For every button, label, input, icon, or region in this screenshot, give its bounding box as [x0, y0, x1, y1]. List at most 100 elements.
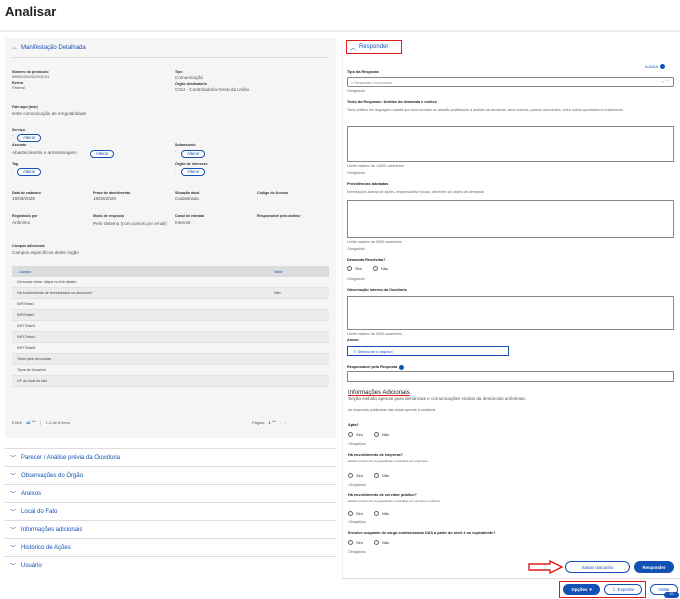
texto-hint: Texto público em linguagem cidadã que se…: [347, 108, 624, 112]
tipo-select[interactable]: ⌕ Resposta Conclusiva × ﹀: [347, 77, 674, 87]
field-value: teste comunicação de irregularidade: [12, 111, 87, 116]
radio-sim[interactable]: [348, 540, 353, 545]
obrigatorio-hint: Obrigatório: [347, 247, 365, 251]
manifestacao-header[interactable]: ︿ Manifestação Detalhada: [12, 44, 86, 52]
radio-nao[interactable]: [372, 266, 378, 271]
tipo-placeholder: Resposta Conclusiva: [354, 79, 392, 85]
cell-campo: Há envolvimento de terceirizados na denu…: [17, 291, 93, 295]
chevron-down-icon: ﹀: [10, 456, 17, 462]
radio-sim[interactable]: [348, 473, 353, 478]
q3-label: Há envolvimento de servidor público?: [348, 493, 417, 497]
demanda-radios: Sim Não: [347, 266, 388, 271]
section-local-fato[interactable]: ﹀ Local do Fato: [5, 502, 336, 520]
col-valor[interactable]: Valor: [274, 270, 283, 274]
alterar-assunto-button[interactable]: Alterar: [90, 150, 115, 159]
table-header: Campo Valor: [12, 266, 329, 277]
responder-header[interactable]: ︿ Responder: [346, 40, 402, 54]
table-row: Há envolvimento de terceirizados na denu…: [12, 288, 329, 299]
providencias-textarea[interactable]: [347, 200, 674, 238]
per-page-select[interactable]: 10 ﹀: [26, 421, 36, 425]
page-select[interactable]: 1 ﹀: [268, 421, 275, 425]
cell-campo: Teste para denuncias: [17, 357, 52, 361]
field-label: Fale aqui (teor): [12, 105, 38, 109]
responsavel-input[interactable]: [347, 371, 674, 382]
nao-label: Não: [381, 539, 390, 545]
table-row: Teste para denuncias: [12, 354, 329, 365]
page-title: Analisar: [5, 4, 57, 19]
cell-campo: INFI Teste3: [17, 324, 36, 328]
table-row: INFI Teste5: [12, 343, 329, 354]
demanda-label: Demanda Resolvida?: [347, 258, 386, 262]
col-campo[interactable]: Campo: [12, 270, 274, 274]
field-value: Internet: [175, 220, 191, 225]
responder-title: Responder: [359, 44, 389, 50]
q2-label: Há envolvimento de empresa?: [348, 453, 403, 457]
nao-label: Não: [381, 431, 390, 437]
section-usuario[interactable]: ﹀ Usuário: [5, 556, 336, 574]
section-informacoes[interactable]: ﹀ Informações adicionais: [5, 520, 336, 538]
radio-nao[interactable]: [373, 511, 379, 516]
responder-button[interactable]: Responder: [634, 561, 674, 573]
opcoes-button[interactable]: Opções ▾: [563, 584, 600, 595]
salvar-label: Salvar rascunho: [581, 564, 614, 570]
obrigatorio-hint: Obrigatório: [348, 483, 366, 487]
field-label: Responsável pela análise: [257, 214, 301, 218]
sim-label: Sim: [356, 510, 363, 516]
exportar-button[interactable]: ⇩ Exportar: [604, 584, 642, 595]
section-observacoes[interactable]: ﹀ Observações do Órgão: [5, 466, 336, 484]
clear-icon[interactable]: × ﹀: [662, 79, 669, 85]
q1-radios: Sim Não: [348, 432, 389, 437]
nao-label: Não: [380, 265, 389, 271]
alterar-tag-button[interactable]: Alterar: [17, 168, 42, 177]
cell-valor: Não: [274, 291, 281, 295]
radio-nao[interactable]: [373, 473, 379, 478]
field-value: -: [12, 168, 14, 172]
next-page-icon[interactable]: ›: [285, 421, 286, 425]
obrigatorio-hint: Obrigatório: [348, 520, 366, 524]
field-value: 99999.000432/2020-61: [12, 75, 50, 79]
section-label: Observações do Órgão: [21, 472, 84, 479]
cell-campo: INFI Teste4: [17, 335, 36, 339]
opcoes-label: Opções: [571, 587, 588, 592]
radio-sim[interactable]: [348, 511, 353, 516]
radio-sim[interactable]: [347, 266, 352, 271]
pagina-label: Página: [252, 420, 265, 425]
per-page-value: 10: [26, 420, 31, 425]
table-row: Denuncia crime: clique no link abaixo: [12, 277, 329, 288]
chevron-down-icon: ﹀: [10, 546, 17, 552]
salvar-rascunho-button[interactable]: Salvar rascunho: [565, 561, 630, 573]
table-row: INFI Teste4: [12, 332, 329, 343]
obrigatorio-hint: Obrigatório: [347, 277, 365, 281]
pagination-left: Exibir 10 ﹀ 1-3 de 8 itens: [12, 421, 70, 425]
table-row: INFI Teste3: [12, 321, 329, 332]
sim-label: Sim: [356, 472, 363, 478]
responsavel-label: Responsável pela Resposta: [347, 364, 398, 369]
cell-campo: UF do local do fato: [17, 379, 48, 383]
table-row: Tipos de Usuarios: [12, 365, 329, 376]
chevron-down-icon: ﹀: [271, 420, 276, 425]
table-row: INFITeste2: [12, 310, 329, 321]
radio-nao[interactable]: [373, 540, 379, 545]
alterar-subassunto-button[interactable]: Alterar: [181, 150, 206, 159]
section-anexos[interactable]: ﹀ Anexos: [5, 484, 336, 502]
anexo-button[interactable]: ⇪ Selecione o arquivo: [347, 346, 509, 356]
section-historico[interactable]: ﹀ Histórico de Ações: [5, 538, 336, 556]
field-value: -: [12, 133, 14, 137]
alterar-servico-button[interactable]: Alterar: [17, 134, 42, 143]
radio-nao[interactable]: [373, 432, 379, 437]
responder-btn-label: Responder: [642, 564, 666, 570]
page-badge: 1/1: [664, 592, 679, 598]
section-label: Histórico de Ações: [21, 544, 71, 551]
chevron-down-icon: ﹀: [10, 474, 17, 480]
info-adicionais-note: As respostas publicadas são vistas apena…: [348, 408, 436, 412]
ajuda-link[interactable]: AJUDA: [645, 64, 666, 69]
prev-page-icon[interactable]: ‹: [280, 421, 281, 425]
alterar-orgao-button[interactable]: Alterar: [181, 168, 206, 177]
obs-textarea[interactable]: [347, 296, 674, 330]
chevron-down-icon: ﹀: [10, 564, 17, 570]
search-icon: ⌕: [351, 79, 354, 85]
section-parecer[interactable]: ﹀ Parecer / Análise prévia da Ouvidoria: [5, 448, 336, 466]
texto-textarea[interactable]: [347, 126, 674, 162]
radio-sim[interactable]: [348, 432, 353, 437]
exportar-label: Exportar: [617, 587, 635, 592]
